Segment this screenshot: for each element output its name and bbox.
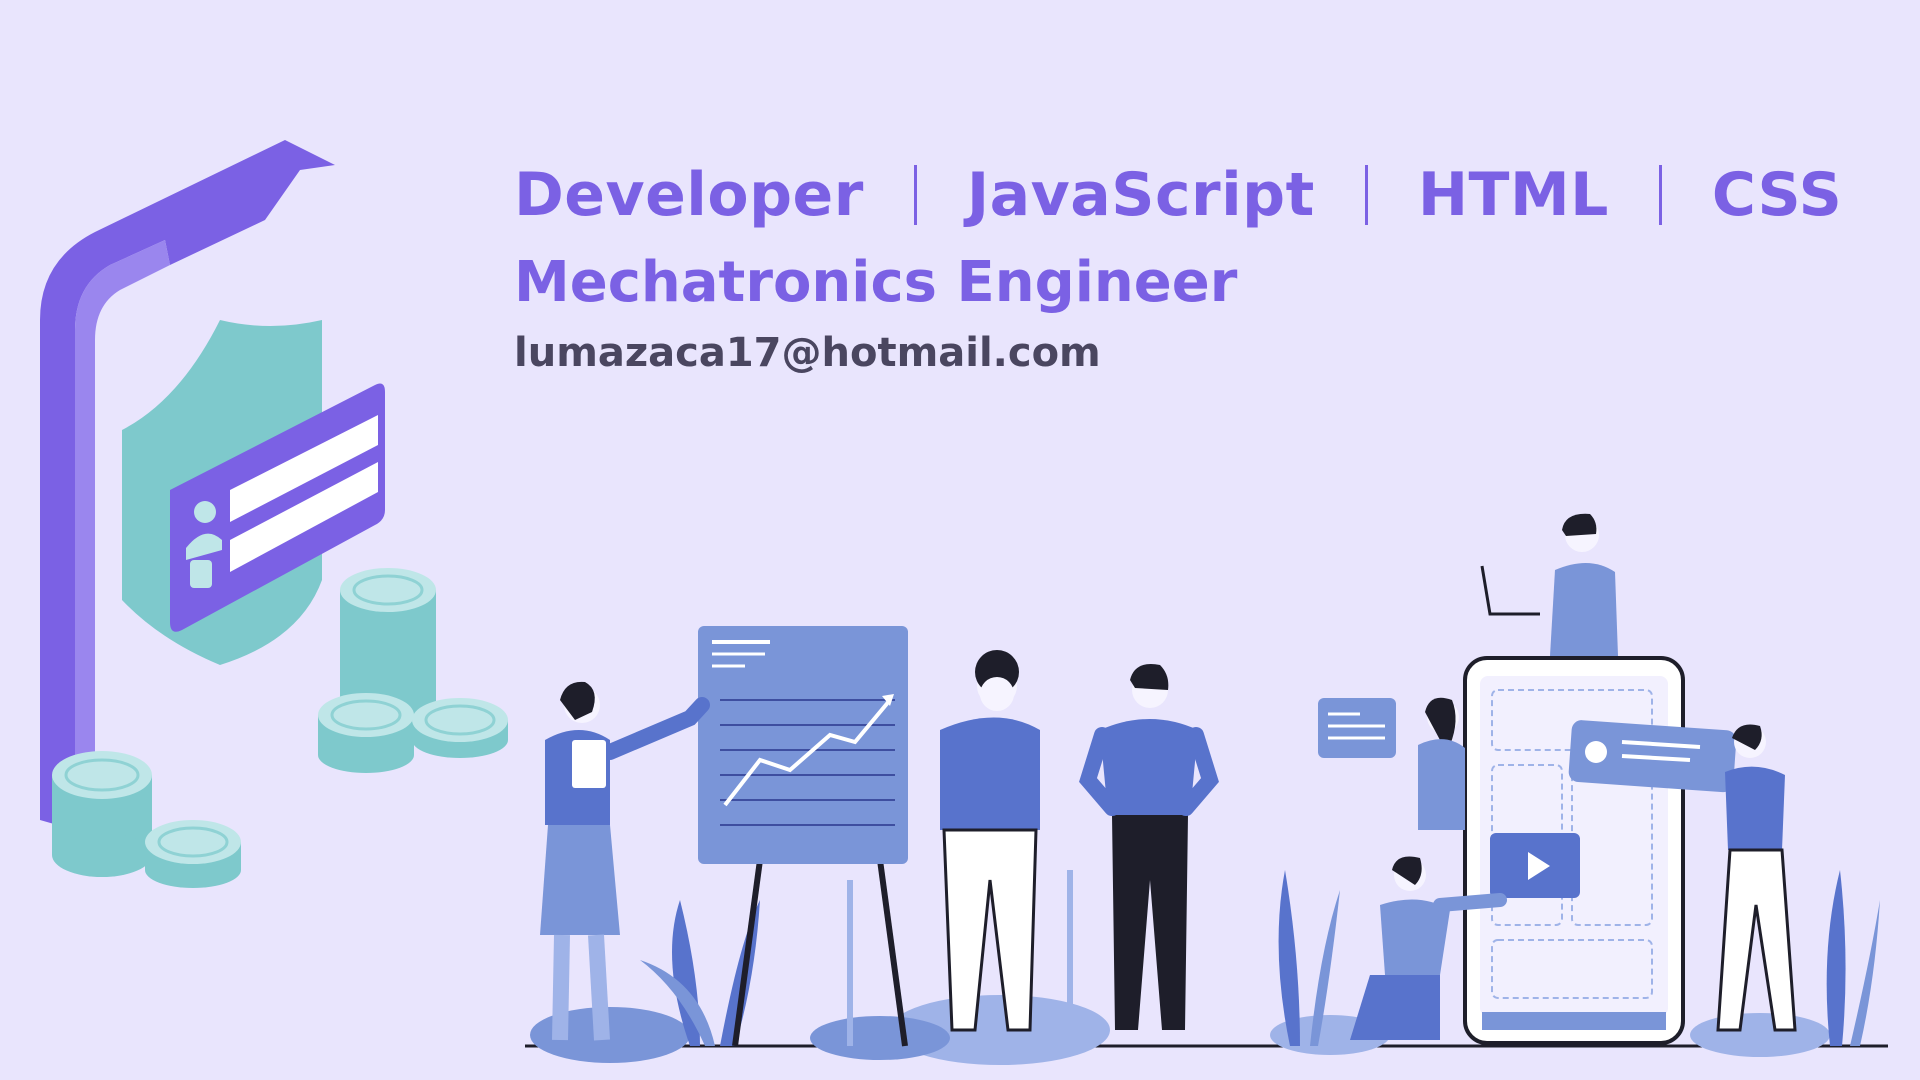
presentation-team-illustration [530,626,1219,1065]
skill-separator [1364,165,1368,225]
skill-html: HTML [1417,160,1609,230]
mobile-app-team-illustration [1270,513,1880,1057]
skill-developer: Developer [514,160,864,230]
skill-separator [1658,165,1662,225]
skills-headline: Developer JavaScript HTML CSS [514,160,1894,230]
skill-javascript: JavaScript [966,160,1315,230]
contact-email[interactable]: lumazaca17@hotmail.com [514,330,1101,376]
profession-title: Mechatronics Engineer [514,250,1238,315]
skill-separator [913,165,917,225]
skill-css: CSS [1711,160,1843,230]
